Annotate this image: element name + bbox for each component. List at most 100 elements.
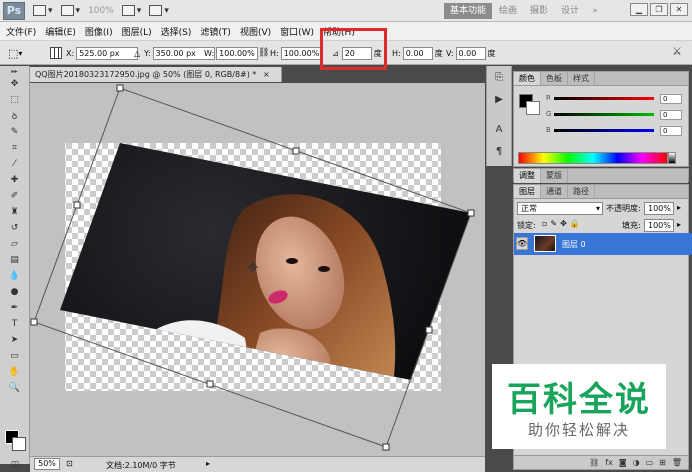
history-panel-icon[interactable]: ⎘ [490,72,508,88]
background-color-swatch[interactable] [12,437,26,451]
red-value[interactable]: 0 [660,94,682,104]
transform-handle[interactable] [73,201,81,209]
link-icon[interactable]: ⛓ [258,48,269,58]
new-group-icon[interactable]: ▭ [646,456,654,469]
dodge-tool-icon[interactable]: ● [5,284,25,299]
screen-mode-button[interactable]: ▾ [149,3,169,19]
tab-masks[interactable]: 蒙版 [541,169,568,183]
toolbar-collapse-icon[interactable]: ▸▸ [5,67,25,75]
healing-brush-tool-icon[interactable]: ✚ [5,172,25,187]
tab-layers[interactable]: 图层 [514,185,541,198]
quick-select-tool-icon[interactable]: ✎ [5,124,25,139]
canvas-area[interactable] [30,83,485,456]
close-tab-icon[interactable]: × [263,70,270,79]
transform-handle[interactable] [467,209,475,217]
workspace-essentials[interactable]: 基本功能 [444,3,493,19]
menu-image[interactable]: 图像(I) [85,25,113,38]
adjustment-layer-icon[interactable]: ◑ [633,456,640,469]
menu-file[interactable]: 文件(F) [6,25,36,38]
add-mask-icon[interactable]: ◙ [619,456,627,469]
workspace-painting[interactable]: 绘画 [493,3,523,19]
link-layers-icon[interactable]: ⛓ [589,456,599,469]
transform-handle[interactable] [292,147,300,155]
close-button[interactable]: ✕ [670,3,688,16]
transform-handle[interactable] [30,318,38,326]
tab-adjustments[interactable]: 调整 [514,169,541,183]
hand-tool-icon[interactable]: ✋ [5,364,25,379]
shape-tool-icon[interactable]: ▭ [5,348,25,363]
lasso-tool-icon[interactable]: ꝺ [5,108,25,123]
tab-color[interactable]: 颜色 [514,72,541,85]
doc-info-icon[interactable]: ⊡ [66,459,73,468]
tab-styles[interactable]: 样式 [568,72,595,85]
document-tab[interactable]: QQ图片20180323172950.jpg @ 50% (图层 0, RGB/… [30,67,282,82]
eyedropper-tool-icon[interactable]: ⁄ [5,156,25,171]
bw-ramp[interactable] [668,152,676,164]
character-panel-icon[interactable]: A [490,124,508,140]
layer-name[interactable]: 图层 0 [562,239,586,250]
width-scale-field[interactable]: 100.00% [216,46,259,60]
type-tool-icon[interactable]: T [5,316,25,331]
transform-handle[interactable] [382,443,390,451]
tool-preset-picker[interactable]: ⬚ ▾ [8,46,22,60]
transform-handle[interactable] [206,380,214,388]
workspace-more[interactable]: » [586,3,604,19]
fill-slider-arrow-icon[interactable]: ▸ [677,220,681,229]
gradient-tool-icon[interactable]: ▤ [5,252,25,267]
zoom-level[interactable]: 100% [88,6,114,16]
opacity-slider-arrow-icon[interactable]: ▸ [677,203,681,212]
blue-slider[interactable]: B 0 [546,126,686,136]
menu-window[interactable]: 窗口(W) [280,25,314,38]
bg-color-chip[interactable] [526,101,540,115]
brush-tool-icon[interactable]: ✐ [5,188,25,203]
blur-tool-icon[interactable]: 💧 [5,268,25,283]
menu-view[interactable]: 视图(V) [240,25,271,38]
tab-swatches[interactable]: 色板 [541,72,568,85]
workspace-photography[interactable]: 摄影 [524,3,554,19]
menu-select[interactable]: 选择(S) [161,25,192,38]
quick-mask-icon[interactable]: ◫ [5,457,25,472]
transform-handle[interactable] [425,326,433,334]
menu-edit[interactable]: 编辑(E) [45,25,76,38]
paragraph-panel-icon[interactable]: ¶ [490,146,508,162]
extras-button[interactable]: ▾ [60,3,80,19]
fill-field[interactable]: 100% [644,219,674,232]
eraser-tool-icon[interactable]: ▱ [5,236,25,251]
path-select-tool-icon[interactable]: ➤ [5,332,25,347]
height-scale-field[interactable]: 100.00% [280,46,323,60]
red-slider[interactable]: R 0 [546,94,686,104]
actions-panel-icon[interactable]: ▶ [490,94,508,110]
minimize-button[interactable]: ▁ [630,3,648,16]
blue-value[interactable]: 0 [660,126,682,136]
pen-tool-icon[interactable]: ✒ [5,300,25,315]
crop-tool-icon[interactable]: ⌗ [5,140,25,155]
delete-layer-icon[interactable]: 🗑 [672,456,682,469]
menu-filter[interactable]: 滤镜(T) [200,25,231,38]
eye-icon[interactable]: 👁 [516,237,528,250]
color-spectrum[interactable] [518,152,668,164]
vertical-skew-field[interactable]: 0.00 [455,46,486,60]
zoom-tool-icon[interactable]: 🔍 [5,380,25,395]
layer-style-icon[interactable]: fx [605,456,613,469]
opacity-field[interactable]: 100% [644,202,674,215]
zoom-field[interactable]: 50% [34,458,60,470]
delta-icon[interactable]: △ [134,49,140,58]
arrange-docs-button[interactable]: ▾ [121,3,141,19]
workspace-design[interactable]: 设计 [555,3,585,19]
reference-point-grid[interactable] [50,46,62,60]
tab-channels[interactable]: 通道 [541,185,568,198]
history-brush-tool-icon[interactable]: ↺ [5,220,25,235]
blend-mode-select[interactable]: 正常 ▾ [517,202,603,215]
new-layer-icon[interactable]: ⊞ [659,456,666,469]
marquee-tool-icon[interactable]: ⬚ [5,92,25,107]
x-position-field[interactable]: 525.00 px [76,46,139,60]
green-value[interactable]: 0 [660,110,682,120]
lock-icons[interactable]: ▫✎✥🔒 [542,219,583,228]
restore-button[interactable]: ❐ [650,3,668,16]
tab-paths[interactable]: 路径 [568,185,595,198]
bridge-button[interactable]: ▾ [33,3,53,19]
move-tool-icon[interactable]: ✥ [5,76,25,91]
warp-mode-icon[interactable]: ⚔ [672,45,682,58]
status-menu-arrow-icon[interactable]: ▸ [206,459,210,468]
horizontal-skew-field[interactable]: 0.00 [402,46,433,60]
